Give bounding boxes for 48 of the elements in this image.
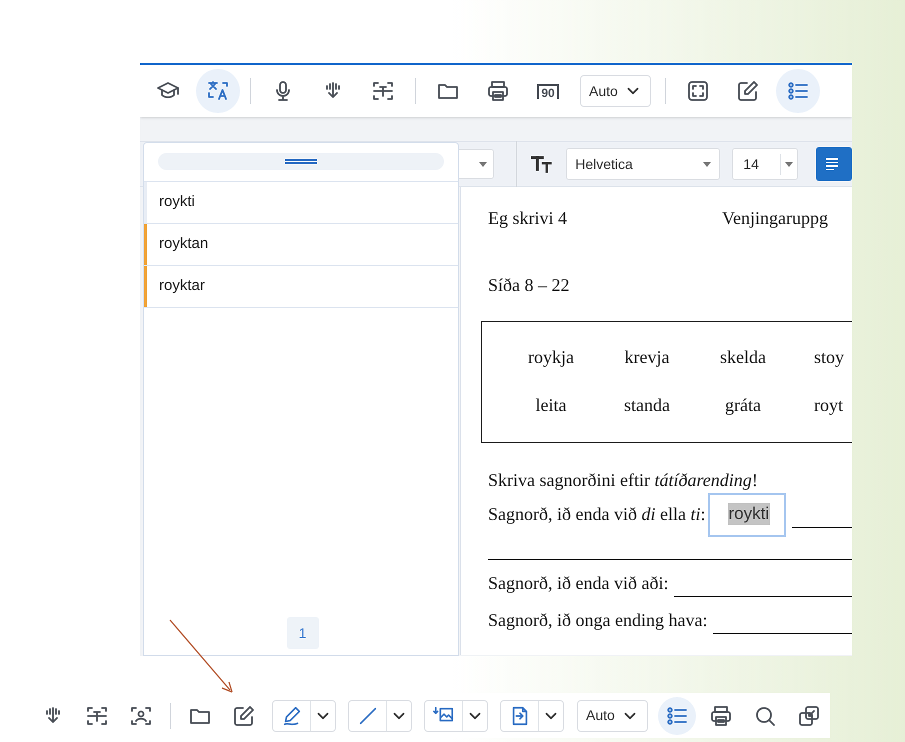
edit-icon bbox=[232, 704, 256, 728]
split-button[interactable] bbox=[348, 700, 412, 732]
word: krevja bbox=[624, 346, 670, 369]
collapse-windows-icon bbox=[796, 704, 821, 728]
auto-dropdown[interactable]: Auto bbox=[580, 75, 651, 107]
edit-icon bbox=[736, 79, 760, 103]
word: royt bbox=[814, 394, 843, 417]
drag-handle[interactable] bbox=[158, 153, 444, 170]
translate-icon bbox=[206, 79, 230, 103]
frame-icon bbox=[686, 79, 710, 103]
document-header: Eg skrivi 4 bbox=[488, 207, 568, 230]
prompt-text: Sagnorð, ið onga ending hava: bbox=[488, 609, 708, 632]
suggestion-item[interactable]: royktan bbox=[147, 224, 458, 265]
prompt-text: Sagnorð, ið enda við di ella ti: bbox=[488, 503, 706, 526]
font-size-select[interactable]: 14 bbox=[732, 148, 798, 180]
caret-icon bbox=[785, 162, 794, 166]
word: skelda bbox=[719, 346, 767, 369]
page-number[interactable]: 1 bbox=[286, 617, 318, 649]
drag-handle-icon bbox=[285, 159, 317, 164]
word: stoy bbox=[814, 346, 844, 369]
word: leita bbox=[534, 394, 568, 417]
print-icon bbox=[708, 704, 733, 728]
split-button[interactable] bbox=[424, 700, 488, 732]
font-select[interactable]: Helvetica bbox=[566, 148, 720, 180]
rotate-button[interactable]: 90 bbox=[526, 69, 570, 113]
translate-button[interactable] bbox=[196, 69, 240, 113]
word: gráta bbox=[724, 394, 762, 417]
suggestion-item[interactable]: roykti bbox=[147, 182, 458, 223]
split-button[interactable] bbox=[272, 700, 336, 732]
align-left-icon bbox=[826, 158, 838, 170]
word: standa bbox=[623, 394, 671, 417]
scan-text-icon bbox=[371, 79, 395, 103]
word: roykja bbox=[527, 346, 575, 369]
align-left-button[interactable] bbox=[816, 147, 852, 181]
answer-field[interactable]: roykti bbox=[708, 493, 786, 537]
auto-dropdown[interactable]: Auto bbox=[577, 700, 648, 732]
text-size-icon bbox=[530, 154, 554, 174]
caret-icon bbox=[703, 162, 712, 166]
instruction: Skriva sagnorðini eftir tátíðarending! bbox=[488, 469, 759, 492]
caret-icon bbox=[478, 162, 487, 166]
page-range: Síða 8 – 22 bbox=[488, 274, 571, 297]
print-icon bbox=[486, 79, 510, 103]
split-button[interactable] bbox=[500, 700, 564, 732]
prompt-text: Sagnorð, ið enda við aði: bbox=[488, 572, 668, 595]
list-button[interactable] bbox=[658, 696, 696, 734]
document-title: Venjingaruppg bbox=[722, 207, 828, 230]
suggestion-item[interactable]: royktar bbox=[147, 266, 458, 307]
list-button[interactable] bbox=[776, 69, 820, 113]
